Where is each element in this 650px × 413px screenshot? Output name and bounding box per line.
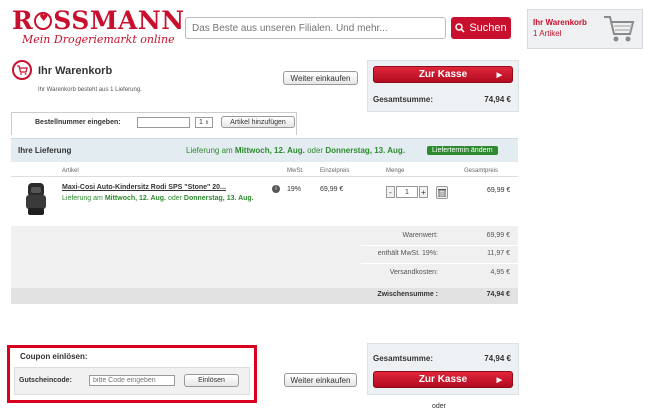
page-title: Ihr Warenkorb [38, 65, 113, 77]
change-delivery-date-button[interactable]: Liefertermin ändern [427, 146, 498, 155]
summary-label: enthält MwSt. 19%: [377, 250, 438, 257]
column-header-total-price: Gesamtpreis [464, 168, 499, 174]
quantity-input[interactable]: 1 [396, 186, 418, 198]
heart-logo-icon [34, 12, 53, 30]
delivery-date-2: Donnerstag, 13. Aug. [325, 146, 406, 155]
summary-row: enthält MwSt. 19%: 11,97 € [310, 250, 510, 257]
arrow-right-icon: ▶ [496, 71, 502, 79]
info-icon[interactable]: i [272, 185, 280, 193]
order-qty-value: 1 [199, 119, 203, 126]
product-image[interactable] [22, 181, 50, 217]
item-delivery-mid: oder [166, 195, 184, 202]
header-cart[interactable]: Ihr Warenkorb 1 Artikel [527, 9, 643, 49]
quantity-decrease-button[interactable]: - [386, 186, 395, 198]
divider [11, 176, 518, 177]
delivery-mid: oder [304, 146, 326, 155]
order-summary: Warenwert: 69,99 € enthält MwSt. 19%: 11… [11, 226, 518, 304]
trash-icon[interactable] [436, 186, 448, 199]
header-cart-label: Ihr Warenkorb [533, 18, 587, 27]
continue-shopping-button-bottom[interactable]: Weiter einkaufen [284, 373, 357, 387]
summary-row: Versandkosten: 4,95 € [310, 269, 510, 276]
arrow-right-icon: ▶ [496, 376, 502, 384]
product-delivery-text: Lieferung am Mittwoch, 12. Aug. oder Don… [62, 195, 254, 202]
logo-text-pre: R [12, 6, 34, 35]
product-name-link[interactable]: Maxi-Cosi Auto-Kindersitz Rodi SPS "Ston… [62, 184, 226, 191]
coupon-box: Gutscheincode: Einlösen [14, 367, 250, 395]
cart-title-icon [12, 60, 32, 80]
total-value-bottom: 74,94 € [484, 354, 511, 363]
summary-value: 11,97 € [487, 250, 510, 257]
order-number-input[interactable] [137, 117, 190, 128]
checkout-panel-top: Zur Kasse ▶ Gesamtsumme: 74,94 € [367, 60, 519, 112]
item-unit-price: 69,99 € [320, 186, 344, 193]
column-header-quantity: Menge [386, 168, 405, 174]
logo-text-post: SSMANN [53, 6, 185, 35]
item-delivery-date-1: Mittwoch, 12. Aug. [104, 195, 166, 202]
coupon-code-input[interactable] [89, 375, 175, 386]
summary-label: Warenwert: [402, 232, 438, 239]
delivery-header: Ihre Lieferung Lieferung am Mittwoch, 12… [11, 138, 518, 162]
quantity-increase-button[interactable]: + [419, 186, 428, 198]
order-number-box: Bestellnummer eingeben: 1 ⇕ Artikel hinzu… [11, 112, 297, 135]
redeem-coupon-button[interactable]: Einlösen [184, 374, 239, 387]
delivery-pre: Lieferung am [186, 146, 235, 155]
search-button[interactable]: Suchen [451, 17, 511, 39]
order-number-label: Bestellnummer eingeben: [35, 119, 121, 126]
checkout-button-label: Zur Kasse [418, 374, 468, 385]
checkout-button-label: Zur Kasse [418, 69, 468, 80]
search-icon [455, 23, 465, 33]
rossmann-logo[interactable]: R SSMANN [12, 6, 185, 35]
divider [361, 245, 518, 246]
shopping-cart-icon [604, 16, 635, 42]
checkout-button[interactable]: Zur Kasse ▶ [373, 66, 513, 83]
delivery-date-1: Mittwoch, 12. Aug. [234, 146, 305, 155]
item-vat: 19% [287, 186, 302, 193]
summary-value: 69,99 € [486, 232, 510, 239]
stepper-arrows-icon: ⇕ [204, 119, 209, 126]
column-header-vat: MwSt. [287, 168, 304, 174]
subtotal-label: Zwischensumme : [377, 291, 438, 298]
subtotal-row: Zwischensumme : 74,94 € [11, 288, 518, 304]
cart-subtitle: Ihr Warenkorb besteht aus 1 Lieferung. [38, 87, 142, 93]
subtotal-content: Zwischensumme : 74,94 € [310, 291, 510, 298]
delivery-title: Ihre Lieferung [18, 146, 72, 155]
item-total-price: 69,99 € [487, 187, 511, 194]
summary-value: 4,95 € [490, 269, 510, 276]
checkout-panel-bottom: Gesamtsumme: 74,94 € Zur Kasse ▶ [367, 343, 519, 395]
search-button-label: Suchen [469, 22, 507, 34]
continue-shopping-button[interactable]: Weiter einkaufen [283, 71, 358, 85]
subtotal-value: 74,94 € [486, 291, 510, 298]
logo-tagline: Mein Drogeriemarkt online [22, 33, 175, 46]
column-header-unit-price: Einzelpreis [320, 168, 350, 174]
total-value: 74,94 € [484, 95, 511, 104]
coupon-title: Coupon einlösen: [20, 352, 88, 361]
order-qty-select[interactable]: 1 ⇕ [195, 117, 213, 128]
divider [361, 263, 518, 264]
item-delivery-date-2: Donnerstag, 13. Aug. [183, 195, 254, 202]
column-header-article: Artikel [62, 168, 79, 174]
summary-row: Warenwert: 69,99 € [310, 232, 510, 239]
total-label: Gesamtsumme: [373, 95, 434, 104]
add-article-button[interactable]: Artikel hinzufügen [221, 116, 295, 128]
total-label-bottom: Gesamtsumme: [373, 354, 434, 363]
search-input[interactable] [185, 17, 446, 39]
checkout-button-bottom[interactable]: Zur Kasse ▶ [373, 371, 513, 388]
item-delivery-pre: Lieferung am [62, 195, 105, 202]
summary-label: Versandkosten: [389, 269, 438, 276]
delivery-date-text: Lieferung am Mittwoch, 12. Aug. oder Don… [186, 146, 405, 155]
header-cart-count: 1 Artikel [533, 29, 562, 38]
or-separator: oder [432, 403, 447, 410]
coupon-code-label: Gutscheincode: [19, 377, 72, 384]
